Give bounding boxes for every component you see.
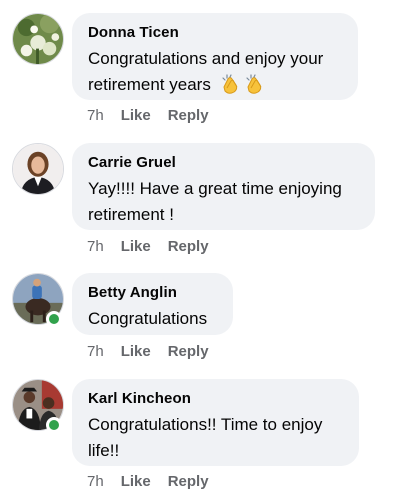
reply-button[interactable]: Reply bbox=[168, 107, 209, 125]
online-status-indicator bbox=[46, 417, 62, 433]
comment-actions: 7h Like Reply bbox=[87, 238, 209, 256]
comment-text-line: Congratulations bbox=[88, 309, 208, 328]
comment-timestamp[interactable]: 7h bbox=[87, 343, 104, 361]
comment-author[interactable]: Karl Kincheon bbox=[88, 389, 343, 409]
clapping-hands-icon bbox=[221, 74, 237, 94]
clapping-hands-icon bbox=[245, 74, 261, 94]
avatar[interactable] bbox=[12, 13, 64, 65]
comment-text-line: Congratulations and enjoy your bbox=[88, 49, 324, 68]
comment-actions: 7h Like Reply bbox=[87, 473, 209, 491]
comment-bubble: Donna Ticen Congratulations and enjoy yo… bbox=[72, 13, 358, 100]
like-button[interactable]: Like bbox=[121, 238, 151, 256]
comment-actions: 7h Like Reply bbox=[87, 343, 209, 361]
comment-text-line: Congratulations!! Time to enjoy bbox=[88, 415, 323, 434]
comment-bubble: Carrie Gruel Yay!!!! Have a great time e… bbox=[72, 143, 375, 230]
comment-text: Congratulations and enjoy your retiremen… bbox=[88, 46, 342, 98]
comment-text-line: Yay!!!! Have a great time enjoying bbox=[88, 179, 342, 198]
comment-bubble: Karl Kincheon Congratulations!! Time to … bbox=[72, 379, 359, 466]
avatar-portrait-image bbox=[13, 144, 63, 194]
reply-button[interactable]: Reply bbox=[168, 238, 209, 256]
like-button[interactable]: Like bbox=[121, 343, 151, 361]
like-button[interactable]: Like bbox=[121, 107, 151, 125]
reply-button[interactable]: Reply bbox=[168, 473, 209, 491]
comment-author[interactable]: Betty Anglin bbox=[88, 283, 217, 303]
comment-text-line: life!! bbox=[88, 441, 120, 460]
comment-text-line: retirement ! bbox=[88, 205, 174, 224]
comment-text: Congratulations bbox=[88, 306, 217, 332]
reply-button[interactable]: Reply bbox=[168, 343, 209, 361]
avatar[interactable] bbox=[12, 143, 64, 195]
comment-text: Congratulations!! Time to enjoy life!! bbox=[88, 412, 343, 464]
avatar-flowers-image bbox=[13, 14, 63, 64]
like-button[interactable]: Like bbox=[121, 473, 151, 491]
comment-text-line: retirement years bbox=[88, 75, 211, 94]
comment-timestamp[interactable]: 7h bbox=[87, 238, 104, 256]
comment-timestamp[interactable]: 7h bbox=[87, 473, 104, 491]
online-status-indicator bbox=[46, 311, 62, 327]
comment-author[interactable]: Donna Ticen bbox=[88, 23, 342, 43]
comment-actions: 7h Like Reply bbox=[87, 107, 209, 125]
comment-author[interactable]: Carrie Gruel bbox=[88, 153, 359, 173]
comment-bubble: Betty Anglin Congratulations bbox=[72, 273, 233, 335]
comment-timestamp[interactable]: 7h bbox=[87, 107, 104, 125]
comment-text: Yay!!!! Have a great time enjoying retir… bbox=[88, 176, 359, 228]
